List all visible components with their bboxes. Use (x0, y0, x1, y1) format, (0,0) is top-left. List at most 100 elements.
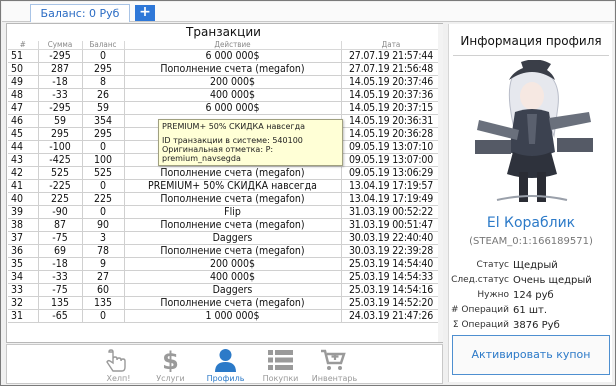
nav-item-inventory[interactable]: Инвентарь (307, 345, 362, 385)
column-header-balance: Баланс (82, 41, 125, 50)
cell-date: 13.04.19 17:19:57 (341, 179, 442, 193)
table-row[interactable]: 51 -295 0 6 000 000$ 27.07.19 21:57:44 (8, 49, 442, 63)
table-row[interactable]: 38 87 90 Пополнение счета (megafon) 31.03.19… (8, 218, 442, 232)
table-row[interactable]: 50 287 295 Пополнение счета (megafon) 27.07.… (8, 62, 442, 76)
table-row[interactable]: 35 -18 9 200 000$ 25.03.19 14:54:40 (8, 257, 442, 271)
cell-balance: 59 (82, 101, 125, 115)
nav-item-services[interactable]: $ Услуги (143, 345, 198, 385)
cell-number: 49 (8, 75, 39, 89)
cell-amount: -33 (38, 270, 83, 284)
table-row[interactable]: 42 525 525 Пополнение счета (megafon) 09.05.… (8, 166, 442, 180)
tab-balance[interactable]: Баланс: 0 Руб (30, 4, 130, 22)
table-row[interactable]: 31 -65 0 1 000 000$ 24.03.19 21:47:26 (8, 309, 442, 323)
cell-amount: -65 (38, 309, 83, 323)
transaction-tooltip: PREMIUM+ 50% СКИДКА навсегда ID транзакц… (158, 119, 343, 166)
table-row[interactable]: 33 -75 60 Daggers 25.03.19 14:54:16 (8, 283, 442, 297)
cell-date: 09.05.19 13:07:10 (341, 140, 442, 154)
cell-amount: -295 (38, 101, 83, 115)
cell-date: 25.03.19 14:54:33 (341, 270, 442, 284)
list-icon (268, 350, 293, 370)
cart-plus-icon (321, 349, 346, 370)
cell-number: 46 (8, 114, 39, 128)
nav-label-inventory: Инвентарь (311, 374, 358, 383)
cell-amount: 135 (38, 296, 83, 310)
tab-bar: Баланс: 0 Руб + (2, 2, 614, 22)
cell-action: 400 000$ (124, 88, 342, 102)
stat-row: # Операций 61 шт. (449, 303, 613, 318)
tooltip-original-mark: Оригинальная отметка: P: premium_navsegd… (162, 145, 274, 163)
table-row[interactable]: 37 -75 3 Daggers 30.03.19 22:40:40 (8, 231, 442, 245)
cell-balance: 0 (82, 179, 125, 193)
cell-action: 400 000$ (124, 270, 342, 284)
cell-number: 43 (8, 153, 39, 167)
table-row[interactable]: 48 -33 26 400 000$ 14.05.19 20:37:36 (8, 88, 442, 102)
cell-number: 36 (8, 244, 39, 258)
cell-date: 30.03.19 22:39:28 (341, 244, 442, 258)
cell-action: Пополнение счета (megafon) (124, 166, 342, 180)
transactions-panel: Транзакции # Сумма Баланс Действие Дата … (6, 23, 443, 343)
table-row[interactable]: 47 -295 59 6 000 000$ 14.05.19 20:37:15 (8, 101, 442, 115)
cell-action: 200 000$ (124, 257, 342, 271)
column-header-amount: Сумма (38, 41, 83, 50)
table-row[interactable]: 36 69 78 Пополнение счета (megafon) 30.03.19… (8, 244, 442, 258)
cell-amount: 295 (38, 127, 83, 141)
nav-item-purchases[interactable]: Покупки (253, 345, 308, 385)
profile-name: El Кораблик (486, 215, 576, 231)
cell-amount: -75 (38, 283, 83, 297)
cell-balance: 135 (82, 296, 125, 310)
activate-coupon-button[interactable]: Активировать купон (452, 335, 610, 375)
cell-amount: -425 (38, 153, 83, 167)
table-row[interactable]: 34 -33 27 400 000$ 25.03.19 14:54:33 (8, 270, 442, 284)
donate-menu-window: Баланс: 0 Руб + Транзакции # Сумма Балан… (0, 0, 616, 386)
stat-row: Статус Щедрый (449, 258, 613, 273)
cell-date: 09.05.19 13:07:00 (341, 153, 442, 167)
cell-balance: 27 (82, 270, 125, 284)
cell-balance: 0 (82, 49, 125, 63)
cell-amount: -18 (38, 75, 83, 89)
table-row[interactable]: 32 135 135 Пополнение счета (megafon) 25.03.… (8, 296, 442, 310)
avatar (457, 60, 607, 208)
cell-amount: -295 (38, 49, 83, 63)
cell-number: 35 (8, 257, 39, 271)
column-header-number: # (8, 41, 39, 50)
table-row[interactable]: 41 -225 0 PREMIUM+ 50% СКИДКА навсегда 13.04… (8, 179, 442, 193)
table-row[interactable]: 40 225 225 Пополнение счета (megafon) 13.04.… (8, 192, 442, 206)
cell-date: 25.03.19 14:54:16 (341, 283, 442, 297)
cell-amount: -90 (38, 205, 83, 219)
stat-label: Нужно (477, 290, 509, 300)
table-header-row: # Сумма Баланс Действие Дата (8, 41, 442, 50)
cell-number: 33 (8, 283, 39, 297)
cell-action: 6 000 000$ (124, 101, 342, 115)
nav-item-profile[interactable]: Профиль (198, 345, 253, 385)
cell-balance: 295 (82, 62, 125, 76)
stat-value: 124 руб (513, 290, 554, 301)
cell-balance: 295 (82, 127, 125, 141)
tooltip-transaction-id: ID транзакции в системе: 540100 (162, 136, 303, 145)
cell-number: 38 (8, 218, 39, 232)
cell-balance: 354 (82, 114, 125, 128)
stat-label: След.статус (451, 275, 509, 285)
cell-amount: -75 (38, 231, 83, 245)
add-tab-button[interactable]: + (135, 5, 155, 21)
cell-number: 48 (8, 88, 39, 102)
hand-pointer-icon (106, 349, 126, 372)
cell-action: 200 000$ (124, 75, 342, 89)
table-row[interactable]: 39 -90 0 Flip 31.03.19 00:52:22 (8, 205, 442, 219)
cell-amount: 87 (38, 218, 83, 232)
cell-number: 50 (8, 62, 39, 76)
user-icon (215, 349, 236, 372)
cell-amount: -225 (38, 179, 83, 193)
nav-item-help[interactable]: Хелп! (91, 345, 146, 385)
cell-balance: 78 (82, 244, 125, 258)
table-row[interactable]: 49 -18 8 200 000$ 14.05.19 20:37:46 (8, 75, 442, 89)
profile-steam-id: (STEAM_0:1:166189571) (469, 236, 593, 247)
nav-label-profile: Профиль (206, 374, 245, 383)
cell-date: 25.03.19 14:52:20 (341, 296, 442, 310)
cell-date: 31.03.19 00:51:47 (341, 218, 442, 232)
cell-amount: 287 (38, 62, 83, 76)
cell-amount: 525 (38, 166, 83, 180)
cell-date: 27.07.19 21:57:44 (341, 49, 442, 63)
cell-date: 30.03.19 22:40:40 (341, 231, 442, 245)
transactions-scrollbar[interactable] (438, 24, 443, 342)
profile-panel: Информация профиля El Кораблик (STEAM_0:… (448, 24, 612, 382)
